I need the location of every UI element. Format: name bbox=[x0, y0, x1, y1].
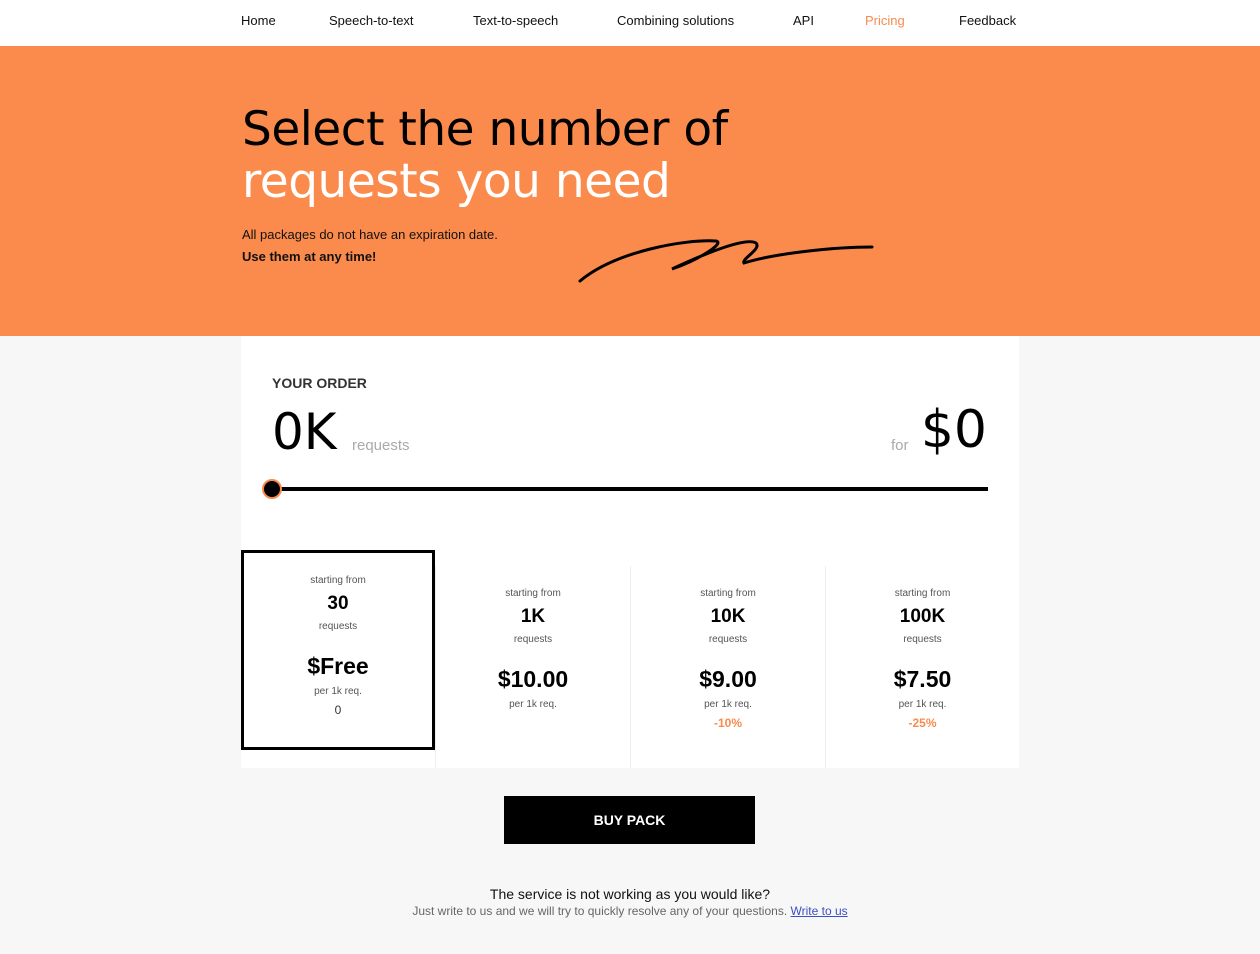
page-title-line1: Select the number of bbox=[242, 102, 728, 157]
footer-title: The service is not working as you would … bbox=[489, 886, 771, 902]
footer-text: Just write to us and we will try to quic… bbox=[0, 904, 1260, 918]
pack-card-10k[interactable]: starting from 10K requests $9.00 per 1k … bbox=[630, 566, 825, 768]
hero-subtitle-2: Use them at any time! bbox=[242, 249, 377, 264]
hero-banner: Select the number of requests you need A… bbox=[0, 46, 1260, 336]
slider-thumb[interactable] bbox=[262, 479, 282, 499]
pack-price: $7.50 bbox=[893, 666, 952, 692]
nav-text-to-speech[interactable]: Text-to-speech bbox=[473, 13, 558, 28]
nav-speech-to-text[interactable]: Speech-to-text bbox=[329, 13, 414, 28]
hero-subtitle-1: All packages do not have an expiration d… bbox=[242, 227, 498, 242]
order-for-label: for bbox=[891, 437, 909, 454]
pack-starting-label: starting from bbox=[310, 575, 366, 586]
pack-count: 30 bbox=[327, 593, 349, 614]
pack-unit: requests bbox=[513, 634, 553, 645]
nav-api[interactable]: API bbox=[793, 13, 814, 28]
buy-pack-button[interactable]: BUY PACK bbox=[504, 796, 755, 844]
footer-description: Just write to us and we will try to quic… bbox=[412, 904, 788, 918]
order-quantity-unit: requests bbox=[352, 437, 410, 454]
pack-per-label: per 1k req. bbox=[898, 699, 947, 710]
pack-card-1k[interactable]: starting from 1K requests $10.00 per 1k … bbox=[435, 566, 630, 768]
pack-price: $Free bbox=[307, 653, 369, 679]
pack-starting-label: starting from bbox=[894, 588, 951, 599]
pack-price: $10.00 bbox=[497, 666, 569, 692]
pack-discount: -10% bbox=[713, 716, 742, 730]
nav-combining-solutions[interactable]: Combining solutions bbox=[617, 13, 734, 28]
order-label: YOUR ORDER bbox=[272, 375, 367, 391]
slider-track[interactable] bbox=[272, 487, 988, 491]
pack-price: $9.00 bbox=[699, 666, 757, 692]
nav-home[interactable]: Home bbox=[241, 13, 276, 28]
order-quantity: 0K bbox=[272, 403, 337, 461]
pack-card-30[interactable]: starting from 30 requests $Free per 1k r… bbox=[241, 550, 435, 750]
pack-starting-label: starting from bbox=[505, 588, 561, 599]
pack-count: 100K bbox=[899, 606, 946, 627]
pack-card-100k[interactable]: starting from 100K requests $7.50 per 1k… bbox=[825, 566, 1019, 768]
pack-starting-label: starting from bbox=[700, 588, 756, 599]
write-to-us-link[interactable]: Write to us bbox=[791, 904, 848, 918]
page-title-line2: requests you need bbox=[242, 154, 671, 209]
order-summary: YOUR ORDER 0K requests for $0 bbox=[241, 336, 1019, 566]
pack-discount: 0 bbox=[334, 703, 342, 717]
pack-discount: -25% bbox=[908, 716, 937, 730]
pack-unit: requests bbox=[903, 634, 942, 645]
pack-per-label: per 1k req. bbox=[704, 699, 752, 710]
nav-feedback[interactable]: Feedback bbox=[959, 13, 1016, 28]
pack-unit: requests bbox=[708, 634, 748, 645]
pack-count: 10K bbox=[710, 606, 746, 627]
decorative-squiggle bbox=[578, 239, 874, 283]
pack-count: 1K bbox=[520, 606, 546, 627]
pack-list: starting from 30 requests $Free per 1k r… bbox=[241, 550, 1019, 768]
pack-per-label: per 1k req. bbox=[314, 686, 362, 697]
nav-pricing[interactable]: Pricing bbox=[865, 13, 905, 28]
pack-per-label: per 1k req. bbox=[509, 699, 557, 710]
pack-unit: requests bbox=[318, 621, 358, 632]
page-title: Select the number of requests you need bbox=[242, 104, 728, 208]
top-nav: Home Speech-to-text Text-to-speech Combi… bbox=[0, 0, 1260, 46]
order-price: $0 bbox=[920, 400, 987, 460]
